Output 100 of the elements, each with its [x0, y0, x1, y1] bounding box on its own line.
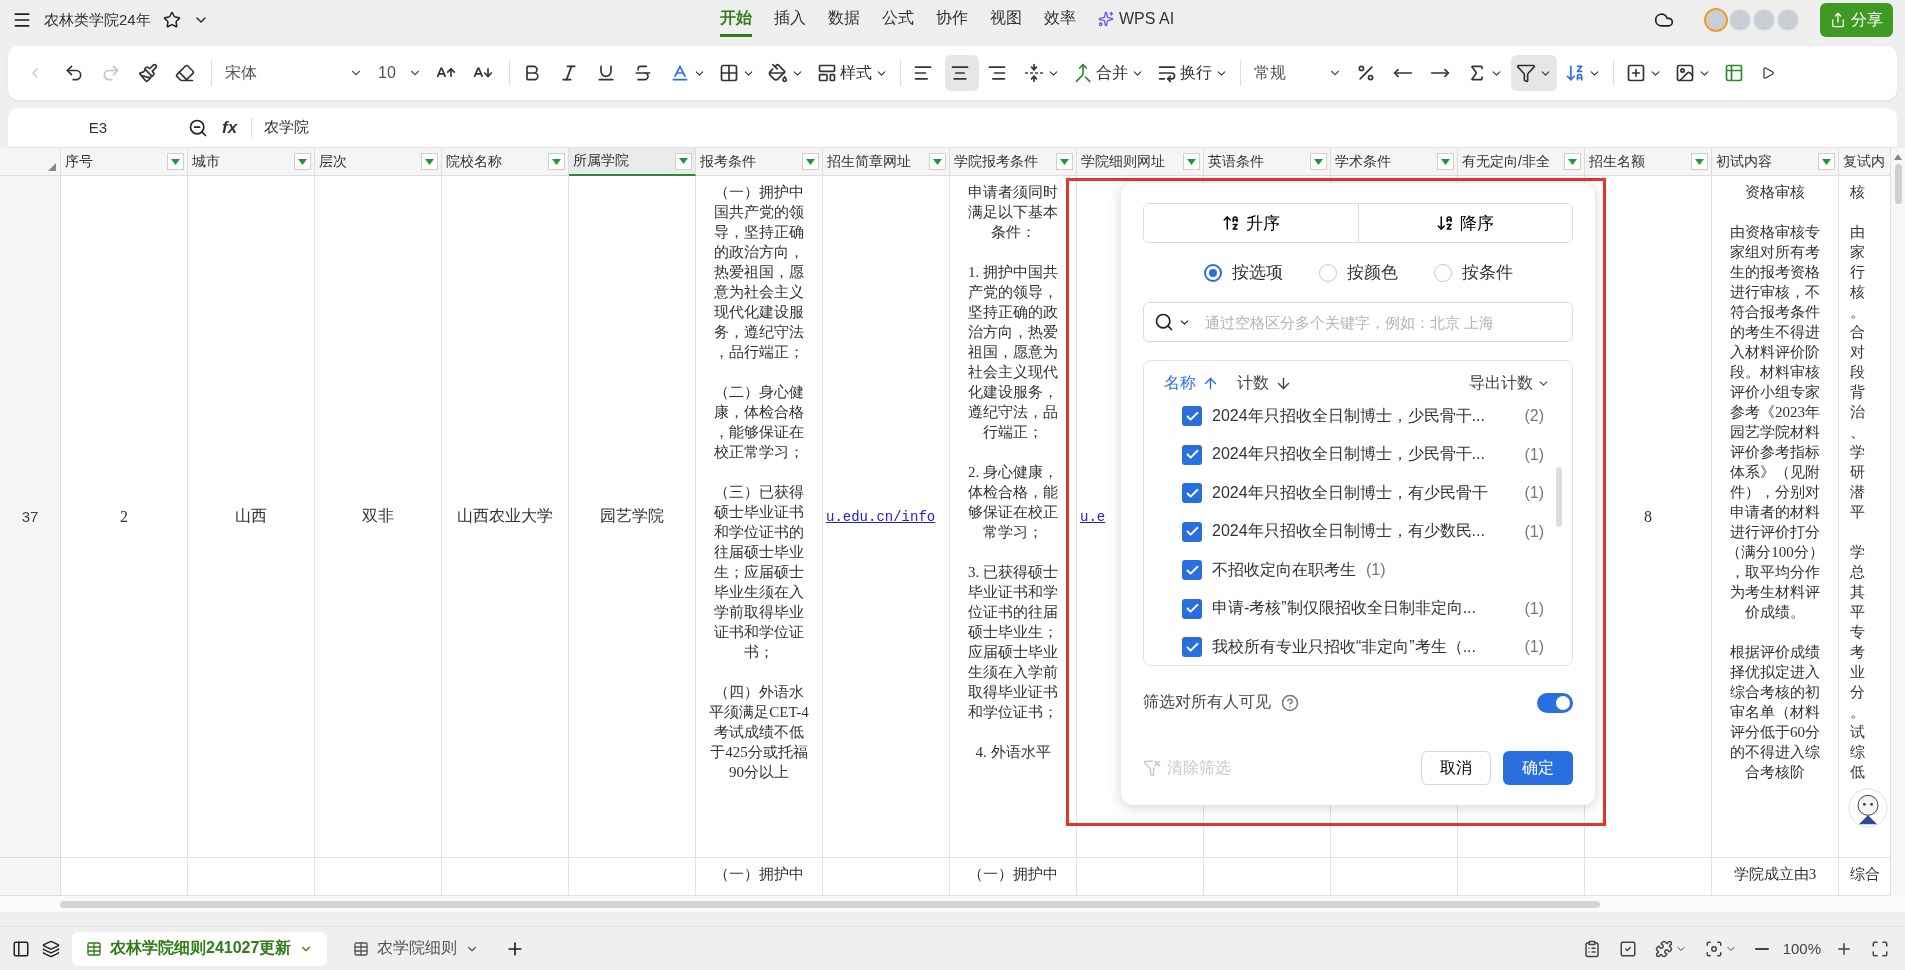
filter-dropdown-button[interactable] — [1818, 153, 1835, 170]
filter-dropdown-button[interactable] — [548, 153, 565, 170]
formula-value[interactable]: 农学院 — [251, 118, 310, 137]
menu-tab[interactable]: 协作 — [936, 3, 968, 37]
star-icon[interactable] — [162, 11, 181, 29]
filter-dropdown-button[interactable] — [802, 153, 819, 170]
scroll-up-icon[interactable] — [1894, 154, 1902, 160]
filter-value-item[interactable]: 申请-考核”制仅限招收全日制非定向... (1) — [1144, 589, 1572, 628]
filter-dropdown-button[interactable] — [1691, 153, 1708, 170]
column-header[interactable]: 招生简章网址 — [823, 148, 950, 176]
styles-button[interactable]: 样式 — [812, 55, 893, 91]
column-header[interactable]: 序号 — [61, 148, 188, 176]
search-field[interactable]: 通过空格区分多个关键字，例如：北京 上海 — [1143, 302, 1573, 342]
menu-tab[interactable]: 数据 — [828, 3, 860, 37]
number-format-dropdown[interactable]: 常规 — [1248, 55, 1348, 91]
filter-dropdown-button[interactable] — [1564, 153, 1581, 170]
menu-tab[interactable]: 效率 — [1044, 3, 1076, 37]
filter-value-item[interactable]: 不招收定向在职考生 (1) — [1144, 551, 1572, 590]
confirm-button[interactable]: 确定 — [1503, 751, 1573, 785]
font-size-dropdown[interactable]: 10 — [372, 55, 428, 91]
column-header[interactable]: 复试内 — [1839, 148, 1891, 176]
checkbox[interactable] — [1182, 637, 1202, 658]
filter-value-item[interactable]: 2024年只招收全日制博士，有少民骨干 (1) — [1144, 474, 1572, 513]
sort-option[interactable]: 计数 — [1237, 372, 1292, 394]
column-header[interactable]: 学院细则网址 — [1077, 148, 1204, 176]
menu-tab[interactable]: 开始 — [720, 3, 752, 37]
cell-reference[interactable]: E3 — [8, 119, 188, 136]
filter-dropdown-button[interactable] — [675, 152, 692, 170]
sheet-tab[interactable]: 农学院细则 — [339, 931, 494, 966]
zoom-out-icon[interactable] — [188, 117, 208, 138]
wrap-button[interactable]: 换行 — [1152, 55, 1233, 91]
column-header[interactable]: 学术条件 — [1331, 148, 1458, 176]
row-header[interactable]: 37 — [0, 176, 61, 858]
column-header[interactable]: 学院报考条件 — [950, 148, 1077, 176]
checkbox[interactable] — [1182, 598, 1202, 619]
align-center-button[interactable] — [945, 55, 979, 91]
horizontal-scrollbar[interactable] — [0, 896, 1905, 912]
filter-value-item[interactable]: 2024年只招收全日制博士，少民骨干... (2) — [1144, 397, 1572, 436]
filter-value-item[interactable]: 我校所有专业只招收“非定向”考生（... (1) — [1144, 628, 1572, 667]
column-header[interactable]: 院校名称 — [442, 148, 569, 176]
caret-icon — [425, 158, 434, 165]
checkbox[interactable] — [1182, 560, 1202, 581]
checkbox[interactable] — [1182, 444, 1202, 465]
column-header[interactable]: 英语条件 — [1204, 148, 1331, 176]
share-button[interactable]: 分享 — [1820, 3, 1893, 37]
checkbox[interactable] — [1182, 483, 1202, 504]
export-count-button[interactable]: 导出计数 — [1469, 372, 1550, 394]
checkbox[interactable] — [1182, 521, 1202, 542]
select-all-icon[interactable] — [48, 163, 56, 171]
filter-dropdown-button[interactable] — [421, 153, 438, 170]
filter-value-item[interactable]: 2024年只招收全日制博士，少民骨干... (1) — [1144, 435, 1572, 474]
scroll-thumb[interactable] — [60, 900, 1600, 908]
column-header[interactable]: 初试内容 — [1712, 148, 1839, 176]
cancel-button[interactable]: 取消 — [1421, 751, 1491, 785]
list-scrollbar[interactable] — [1556, 467, 1562, 527]
sidebar-toggle-icon[interactable] — [12, 939, 30, 958]
url-link[interactable]: u.e — [1080, 508, 1106, 525]
font-dropdown[interactable]: 宋体 — [219, 55, 369, 91]
menu-tab[interactable]: 插入 — [774, 3, 806, 37]
caret-icon — [1822, 158, 1831, 165]
function-label[interactable]: fx — [222, 117, 238, 138]
url-link[interactable]: u.edu.cn/info — [826, 508, 936, 525]
filter-mode-radio[interactable]: 按选项 — [1203, 261, 1283, 284]
menu-tab[interactable]: WPS AI — [1098, 3, 1175, 37]
vertical-scrollbar[interactable] — [1891, 148, 1905, 896]
filter-dropdown-button[interactable] — [1183, 153, 1200, 170]
filter-value-item[interactable]: 2024年只招收全日制博士，有少数民... (1) — [1144, 512, 1572, 551]
sort-descending-button[interactable]: 降序 — [1357, 204, 1572, 242]
column-header[interactable]: 招生名额 — [1585, 148, 1712, 176]
filter-dropdown-button[interactable] — [929, 153, 946, 170]
sort-option[interactable]: 名称 — [1164, 372, 1219, 394]
filter-dropdown-button[interactable] — [1056, 153, 1073, 170]
filter-dropdown-button[interactable] — [1310, 153, 1327, 170]
column-header[interactable]: 有无定向/非全 — [1458, 148, 1585, 176]
layers-icon[interactable] — [42, 939, 60, 958]
filter-dropdown-button[interactable] — [294, 153, 311, 170]
column-header[interactable]: 层次 — [315, 148, 442, 176]
column-header[interactable]: 所属学院 — [569, 148, 696, 176]
merge-button[interactable]: 合并 — [1068, 55, 1149, 91]
filter-dropdown-button[interactable] — [1437, 153, 1454, 170]
menu-tab[interactable]: 公式 — [882, 3, 914, 37]
filter-mode-radio[interactable]: 按条件 — [1433, 261, 1513, 284]
filter-button[interactable] — [1511, 55, 1557, 91]
paint-bucket-icon — [768, 63, 788, 83]
column-header[interactable]: 报考条件 — [696, 148, 823, 176]
filter-dropdown-button[interactable] — [167, 153, 184, 170]
cloud-icon[interactable] — [1654, 10, 1674, 30]
zoom-level[interactable]: 100% — [1782, 940, 1821, 957]
menu-icon[interactable] — [12, 10, 32, 30]
menu-tab[interactable]: 视图 — [990, 3, 1022, 37]
checkbox[interactable] — [1182, 406, 1202, 427]
align-left-icon — [913, 63, 933, 83]
help-icon[interactable] — [1281, 693, 1299, 712]
filter-mode-radio[interactable]: 按颜色 — [1318, 261, 1398, 284]
column-header[interactable]: 城市 — [188, 148, 315, 176]
scroll-thumb[interactable] — [1894, 164, 1902, 204]
radio-circle[interactable] — [1203, 263, 1222, 282]
sheet-tab[interactable]: 农林学院细则241027更新 — [72, 931, 328, 966]
assistant-mascot-icon[interactable] — [1848, 788, 1888, 828]
visibility-toggle[interactable] — [1537, 692, 1573, 713]
